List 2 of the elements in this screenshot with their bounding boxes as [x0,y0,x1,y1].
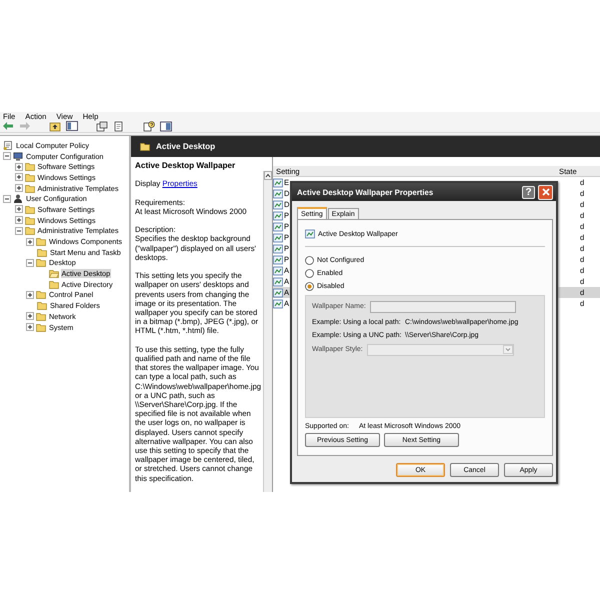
setting-title: Active Desktop Wallpaper [135,161,236,170]
header-title: Active Desktop [156,142,216,151]
